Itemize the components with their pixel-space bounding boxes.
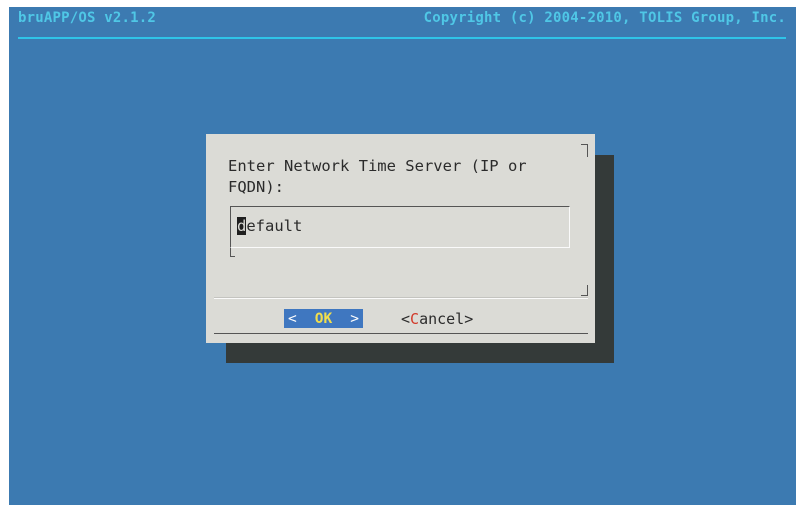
terminal-screen: bruAPP/OS v2.1.2 Copyright (c) 2004-2010… — [9, 7, 796, 505]
cancel-close-bracket: > — [464, 309, 474, 328]
cancel-open-bracket: < — [401, 309, 411, 328]
dialog-frame-bracket — [581, 285, 588, 296]
time-server-input[interactable]: default — [230, 206, 570, 248]
text-cursor: d — [237, 217, 247, 235]
ok-button[interactable]: < OK > — [284, 309, 363, 328]
dialog-frame-bottom — [214, 333, 588, 334]
ok-label: OK — [314, 310, 333, 327]
ok-right-bracket: > — [350, 310, 359, 327]
cancel-button[interactable]: < Cancel > — [401, 309, 473, 328]
prompt-label: Enter Network Time Server (IP or FQDN): — [228, 157, 527, 196]
title-bar: bruAPP/OS v2.1.2 Copyright (c) 2004-2010… — [9, 7, 796, 37]
cancel-hotkey: C — [410, 309, 420, 328]
input-dialog: Enter Network Time Server (IP or FQDN): … — [206, 134, 595, 343]
ok-left-bracket: < — [288, 310, 297, 327]
title-divider — [18, 37, 786, 39]
input-value[interactable]: default — [237, 217, 302, 235]
app-title: bruAPP/OS v2.1.2 — [18, 10, 157, 26]
dialog-frame-corner — [581, 144, 588, 157]
cancel-label-rest: ancel — [419, 309, 465, 328]
input-frame-tick — [230, 248, 235, 257]
button-separator — [214, 298, 588, 299]
copyright-text: Copyright (c) 2004-2010, TOLIS Group, In… — [423, 10, 786, 26]
input-value-text: efault — [246, 217, 303, 235]
